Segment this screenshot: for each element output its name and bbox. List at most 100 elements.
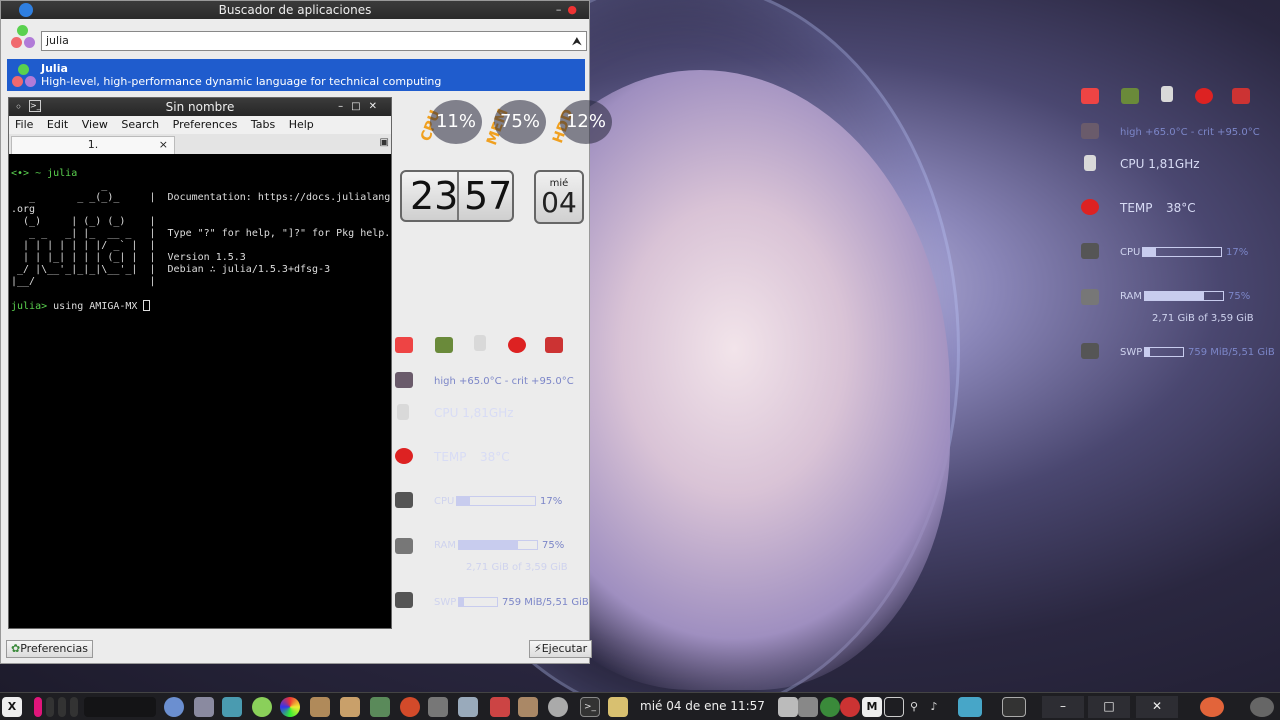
search-value: julia bbox=[46, 34, 69, 47]
folder-icon bbox=[395, 372, 413, 388]
swap-bar-label: SWP bbox=[434, 597, 457, 608]
arrow-up-icon[interactable]: ⮝ bbox=[572, 32, 582, 50]
desktop-icon[interactable] bbox=[958, 697, 982, 717]
preferences-button[interactable]: ✿Preferencias bbox=[6, 640, 93, 658]
workspace-4[interactable] bbox=[70, 697, 78, 717]
search-input[interactable]: julia ⮝ bbox=[41, 31, 587, 51]
terminal-titlebar[interactable]: ◦ >_ Sin nombre –□✕ bbox=[9, 98, 391, 116]
menu-preferences[interactable]: Preferences bbox=[173, 118, 238, 131]
chat-icon[interactable] bbox=[252, 697, 272, 717]
cherry-icon[interactable] bbox=[840, 697, 860, 717]
tv-icon[interactable] bbox=[1081, 88, 1099, 104]
ram-usage-bar bbox=[1144, 291, 1224, 301]
shield-icon[interactable] bbox=[778, 697, 798, 717]
minimize-button[interactable]: – bbox=[1042, 696, 1084, 718]
result-item-julia[interactable]: Julia High-level, high-performance dynam… bbox=[7, 59, 585, 91]
rocket-icon[interactable] bbox=[474, 335, 486, 351]
strawberry-icon[interactable] bbox=[1195, 88, 1213, 104]
terminal-menu-icon[interactable]: ◦ bbox=[15, 98, 22, 116]
clock-hours: 23 bbox=[410, 174, 459, 218]
strawberry-icon bbox=[1081, 199, 1099, 215]
mouse-icon[interactable] bbox=[194, 697, 214, 717]
close-icon[interactable]: ● bbox=[567, 3, 583, 16]
avatar[interactable] bbox=[1250, 697, 1274, 717]
menu-search[interactable]: Search bbox=[121, 118, 159, 131]
heart-icon[interactable] bbox=[1200, 697, 1224, 717]
paperclip-icon[interactable]: ⚲ bbox=[904, 697, 924, 717]
mail-icon[interactable]: M bbox=[862, 697, 882, 717]
alien-icon[interactable] bbox=[548, 697, 568, 717]
close-icon[interactable]: ✕ bbox=[369, 101, 385, 112]
terminal-output[interactable]: <•> ~ julia _ _ _ _(_)_ | Documentation:… bbox=[11, 156, 391, 628]
ram-icon bbox=[395, 538, 413, 554]
volume-icon[interactable]: ♪ bbox=[924, 697, 944, 717]
terminal-menubar: File Edit View Search Preferences Tabs H… bbox=[9, 116, 391, 134]
user-icon[interactable] bbox=[820, 697, 840, 717]
terminal-line: _/ |\__'_|_|_|\__'_| | Debian ∴ julia/1.… bbox=[11, 264, 331, 275]
cpu-usage-bar bbox=[456, 496, 536, 506]
ram-usage-fill bbox=[459, 541, 518, 549]
maximize-icon[interactable]: □ bbox=[351, 101, 368, 112]
monitor-icon[interactable] bbox=[545, 337, 563, 353]
workspace-3[interactable] bbox=[58, 697, 66, 717]
flip-clock: 23 57 bbox=[400, 170, 514, 222]
notes-icon[interactable] bbox=[608, 697, 628, 717]
new-tab-icon[interactable]: ▣ bbox=[380, 137, 389, 148]
monitor-icon[interactable] bbox=[222, 697, 242, 717]
menu-edit[interactable]: Edit bbox=[47, 118, 68, 131]
cube-icon[interactable] bbox=[798, 697, 818, 717]
cpu-usage-pct: 17% bbox=[1226, 247, 1249, 258]
close-button[interactable]: ✕ bbox=[1136, 696, 1178, 718]
terminal-tab-1[interactable]: 1. × bbox=[11, 136, 175, 154]
package-icon[interactable] bbox=[340, 697, 360, 717]
rocket-icon[interactable] bbox=[1161, 86, 1173, 102]
temp-value: 38°C bbox=[1166, 201, 1196, 215]
finder-titlebar[interactable]: Buscador de aplicaciones –● bbox=[1, 1, 589, 19]
julia-logo-icon bbox=[18, 64, 29, 75]
terminal-line: .org bbox=[11, 204, 36, 215]
popcorn-icon[interactable] bbox=[490, 697, 510, 717]
calculator-icon[interactable] bbox=[370, 697, 390, 717]
preferences-label: Preferencias bbox=[20, 642, 88, 655]
menu-file[interactable]: File bbox=[15, 118, 33, 131]
terminal-window-controls[interactable]: –□✕ bbox=[338, 98, 385, 116]
minimize-icon[interactable]: – bbox=[556, 3, 568, 16]
result-name: Julia bbox=[41, 62, 68, 75]
camera-icon[interactable] bbox=[428, 697, 448, 717]
taskbar: X >_ mié 04 de ene 11:57 M ⚲ ♪ – □ ✕ bbox=[0, 692, 1280, 720]
tv-icon[interactable] bbox=[395, 337, 413, 353]
terminal-icon[interactable]: >_ bbox=[580, 697, 600, 717]
clock-divider bbox=[457, 172, 459, 220]
maximize-button[interactable]: □ bbox=[1088, 696, 1130, 718]
temp-range: high +65.0°C - crit +95.0°C bbox=[1120, 127, 1260, 138]
cpu-usage-fill bbox=[1143, 248, 1157, 256]
gamepad-icon[interactable] bbox=[435, 337, 453, 353]
document-icon[interactable] bbox=[458, 697, 478, 717]
start-menu-icon[interactable]: X bbox=[2, 697, 22, 717]
task-area[interactable] bbox=[84, 697, 156, 717]
minimize-icon[interactable]: – bbox=[338, 101, 351, 112]
monitor-icon[interactable] bbox=[1232, 88, 1250, 104]
strawberry-icon[interactable] bbox=[508, 337, 526, 353]
show-desktop-icon[interactable] bbox=[1002, 697, 1026, 717]
finder-title: Buscador de aplicaciones bbox=[218, 3, 372, 17]
run-button[interactable]: ⚡Ejecutar bbox=[529, 640, 593, 658]
browser-icon[interactable] bbox=[164, 697, 184, 717]
swap-detail: 759 MiB/5,51 GiB bbox=[1188, 347, 1275, 358]
workspace-2[interactable] bbox=[46, 697, 54, 717]
window-controls[interactable]: –● bbox=[556, 1, 583, 19]
menu-tabs[interactable]: Tabs bbox=[251, 118, 275, 131]
files-icon[interactable] bbox=[310, 697, 330, 717]
taskbar-clock[interactable]: mié 04 de ene 11:57 bbox=[640, 699, 765, 713]
box-icon[interactable] bbox=[518, 697, 538, 717]
temp-value: 38°C bbox=[480, 450, 510, 464]
window-icon[interactable] bbox=[884, 697, 904, 717]
tab-close-icon[interactable]: × bbox=[159, 137, 168, 153]
menu-help[interactable]: Help bbox=[289, 118, 314, 131]
gamepad-icon[interactable] bbox=[1121, 88, 1139, 104]
text-cursor bbox=[143, 300, 151, 311]
menu-view[interactable]: View bbox=[82, 118, 108, 131]
workspace-1[interactable] bbox=[34, 697, 42, 717]
color-wheel-icon[interactable] bbox=[280, 697, 300, 717]
record-icon[interactable] bbox=[400, 697, 420, 717]
